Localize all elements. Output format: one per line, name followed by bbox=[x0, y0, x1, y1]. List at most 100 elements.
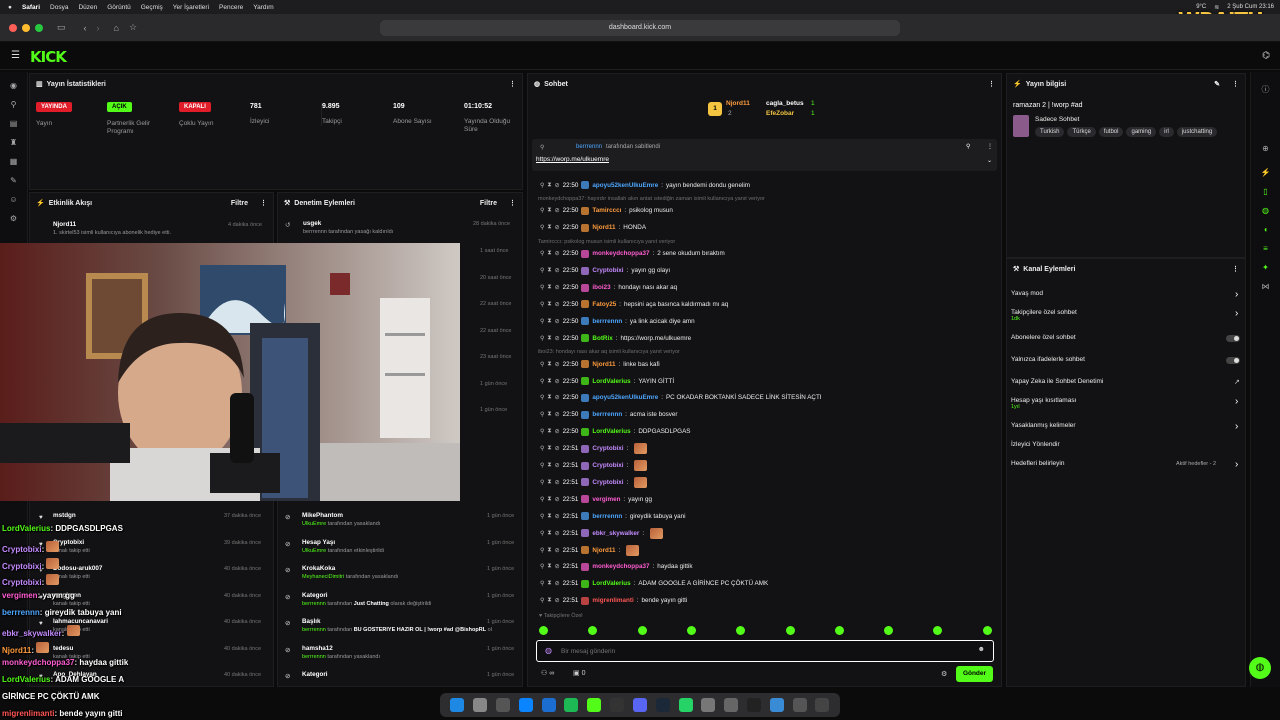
folder-icon[interactable] bbox=[769, 698, 784, 712]
timeout-icon[interactable]: ⧗ bbox=[547, 335, 551, 342]
tag-chip[interactable]: Türkçe bbox=[1067, 127, 1096, 137]
timeout-icon[interactable]: ⧗ bbox=[547, 428, 551, 435]
chat-settings-icon[interactable]: ⚙ bbox=[941, 670, 947, 678]
channel-action-item[interactable]: Takipçilere özel sohbet 1dk bbox=[1011, 309, 1077, 322]
chat-message[interactable]: ⚲ ⧗ ⊘ 22:50 Njord11: linke bas kafi bbox=[540, 357, 660, 371]
chat-username[interactable]: iboi23 bbox=[592, 284, 610, 291]
ban-user-icon[interactable]: ⊘ bbox=[555, 284, 560, 291]
ban-user-icon[interactable]: ⊘ bbox=[555, 513, 560, 520]
ban-user-icon[interactable]: ⊘ bbox=[555, 597, 560, 604]
sidebar-toggle-icon[interactable]: ▭ bbox=[57, 22, 66, 33]
pin-msg-icon[interactable]: ⚲ bbox=[540, 378, 544, 385]
ban-user-icon[interactable]: ⊘ bbox=[555, 224, 560, 231]
emote-shortcut-icon[interactable] bbox=[785, 626, 795, 635]
settings-app-icon[interactable] bbox=[473, 698, 488, 712]
timeout-icon[interactable]: ⧗ bbox=[547, 301, 551, 308]
channel-action-item[interactable]: İzleyici Yönlendir bbox=[1011, 441, 1060, 448]
pinned-more-icon[interactable]: ⋮ bbox=[987, 143, 993, 150]
pin-msg-icon[interactable]: ⚲ bbox=[540, 301, 544, 308]
chat-username[interactable]: Fatoy25 bbox=[592, 301, 616, 308]
back-icon[interactable]: ‹ bbox=[84, 23, 87, 33]
tag-chip[interactable]: futbol bbox=[1098, 127, 1124, 137]
channel-action-item[interactable]: Yasaklanmış kelimeler bbox=[1011, 422, 1076, 429]
menu-view[interactable]: Görüntü bbox=[107, 4, 131, 11]
ban-user-icon[interactable]: ⊘ bbox=[555, 267, 560, 274]
moderation-filter-button[interactable]: Filtre bbox=[480, 200, 497, 207]
timeout-icon[interactable]: ⧗ bbox=[547, 207, 551, 214]
emote-shortcut-icon[interactable] bbox=[982, 626, 992, 635]
chat-message[interactable]: ⚲ ⧗ ⊘ 22:51 LordValerius: ADAM GOOGLE A GİRİN… bbox=[540, 577, 768, 591]
chat-message[interactable]: ⚲ ⧗ ⊘ 22:51 vergimen: yayın gg bbox=[540, 492, 652, 506]
app-icon[interactable] bbox=[724, 698, 739, 712]
chat-username[interactable]: BotRix bbox=[592, 335, 612, 342]
chat-message[interactable]: ⚲ ⧗ ⊘ 22:51 monkeydchoppa37: haydaa gittik bbox=[540, 560, 693, 574]
chevron-right-icon[interactable]: › bbox=[1235, 396, 1238, 407]
menu-bookmarks[interactable]: Yer İşaretleri bbox=[173, 4, 209, 11]
pin-msg-icon[interactable]: ⚲ bbox=[540, 563, 544, 570]
ban-user-icon[interactable]: ⊘ bbox=[555, 318, 560, 325]
steam-icon[interactable] bbox=[655, 698, 670, 712]
pin-msg-icon[interactable]: ⚲ bbox=[540, 224, 544, 231]
pin-msg-icon[interactable]: ⚲ bbox=[540, 284, 544, 291]
chat-users-icon[interactable]: ⚇ ∞ bbox=[541, 669, 554, 677]
list-icon[interactable]: ≡ bbox=[1260, 244, 1272, 254]
home-icon[interactable]: ⌂ bbox=[114, 23, 119, 33]
pin-msg-icon[interactable]: ⚲ bbox=[540, 411, 544, 418]
chat-username[interactable]: apoyu52kenUlkuEmre bbox=[592, 182, 658, 189]
tag-chip[interactable]: irl bbox=[1159, 127, 1174, 137]
chat-message[interactable]: ⚲ ⧗ ⊘ 22:50 Cryptobixi: yayın gg olayı bbox=[540, 264, 670, 278]
safari-icon[interactable] bbox=[518, 698, 533, 712]
xcode-icon[interactable] bbox=[541, 698, 556, 712]
timeout-icon[interactable]: ⧗ bbox=[547, 224, 551, 231]
emote-shortcut-icon[interactable] bbox=[686, 626, 696, 635]
ban-user-icon[interactable]: ⊘ bbox=[555, 361, 560, 368]
minimize-window-button[interactable] bbox=[22, 23, 30, 32]
ban-user-icon[interactable]: ⊘ bbox=[555, 207, 560, 214]
chevron-right-icon[interactable]: › bbox=[1235, 308, 1238, 319]
chat-username[interactable]: monkeydchoppa37 bbox=[592, 563, 649, 570]
whatsapp-icon[interactable] bbox=[678, 698, 693, 712]
tag-chip[interactable]: justchatting bbox=[1176, 127, 1218, 137]
ban-user-icon[interactable]: ⊘ bbox=[555, 563, 560, 570]
emote-shortcut-icon[interactable] bbox=[637, 626, 647, 635]
activity-filter-button[interactable]: Filtre bbox=[231, 200, 248, 207]
pin-msg-icon[interactable]: ⚲ bbox=[540, 580, 544, 587]
chat-username[interactable]: LordValerius bbox=[592, 580, 630, 587]
pinned-link[interactable]: https://worp.me/ulkuemre bbox=[536, 156, 609, 163]
kick-app-icon[interactable] bbox=[587, 698, 602, 712]
forward-icon[interactable]: › bbox=[97, 23, 100, 33]
toggle-switch[interactable] bbox=[1226, 335, 1240, 342]
chat-username[interactable]: Cryptobixi bbox=[592, 267, 623, 274]
chevron-right-icon[interactable]: › bbox=[1235, 459, 1238, 470]
discord-icon[interactable] bbox=[632, 698, 647, 712]
pinned-expand-icon[interactable]: ⌄ bbox=[987, 157, 992, 164]
pin-msg-icon[interactable]: ⚲ bbox=[540, 207, 544, 214]
chat-icon[interactable]: ◍ bbox=[1260, 206, 1272, 216]
zoom-window-button[interactable] bbox=[35, 23, 43, 32]
launchpad-icon[interactable] bbox=[496, 698, 511, 712]
activity-more-icon[interactable]: ⋮ bbox=[260, 199, 267, 207]
timeout-icon[interactable]: ⧗ bbox=[547, 445, 551, 452]
chat-username[interactable]: Cryptobixi bbox=[592, 479, 623, 486]
tag-chip[interactable]: Turkish bbox=[1035, 127, 1065, 137]
timeout-icon[interactable]: ⧗ bbox=[547, 563, 551, 570]
pin-msg-icon[interactable]: ⚲ bbox=[540, 547, 544, 554]
lightning-icon[interactable]: ⚡ bbox=[1260, 168, 1272, 178]
chat-username[interactable]: monkeydchoppa37 bbox=[592, 250, 649, 257]
downloads-icon[interactable] bbox=[792, 698, 807, 712]
pin-msg-icon[interactable]: ⚲ bbox=[540, 394, 544, 401]
chat-message[interactable]: ⚲ ⧗ ⊘ 22:50 iboi23: hondayı nası akar aq bbox=[540, 281, 677, 295]
document-icon[interactable]: ▯ bbox=[1260, 187, 1272, 197]
edit-icon[interactable]: ✎ bbox=[1214, 80, 1220, 88]
ban-user-icon[interactable]: ⊘ bbox=[555, 428, 560, 435]
timeout-icon[interactable]: ⧗ bbox=[547, 267, 551, 274]
bookmark-star-icon[interactable]: ☆ bbox=[129, 22, 137, 33]
settings-icon[interactable]: ⚙ bbox=[8, 214, 20, 224]
channel-actions-more-icon[interactable]: ⋮ bbox=[1232, 265, 1239, 273]
help-chat-button[interactable]: ◍ bbox=[1249, 657, 1271, 679]
ban-user-icon[interactable]: ⊘ bbox=[555, 479, 560, 486]
timeout-icon[interactable]: ⧗ bbox=[547, 530, 551, 537]
chat-message[interactable]: ⚲ ⧗ ⊘ 22:50 berrrennn: ya link acicak diye am… bbox=[540, 314, 695, 328]
moderation-more-icon[interactable]: ⋮ bbox=[509, 199, 516, 207]
target-icon[interactable]: ⊕ bbox=[1260, 144, 1272, 154]
